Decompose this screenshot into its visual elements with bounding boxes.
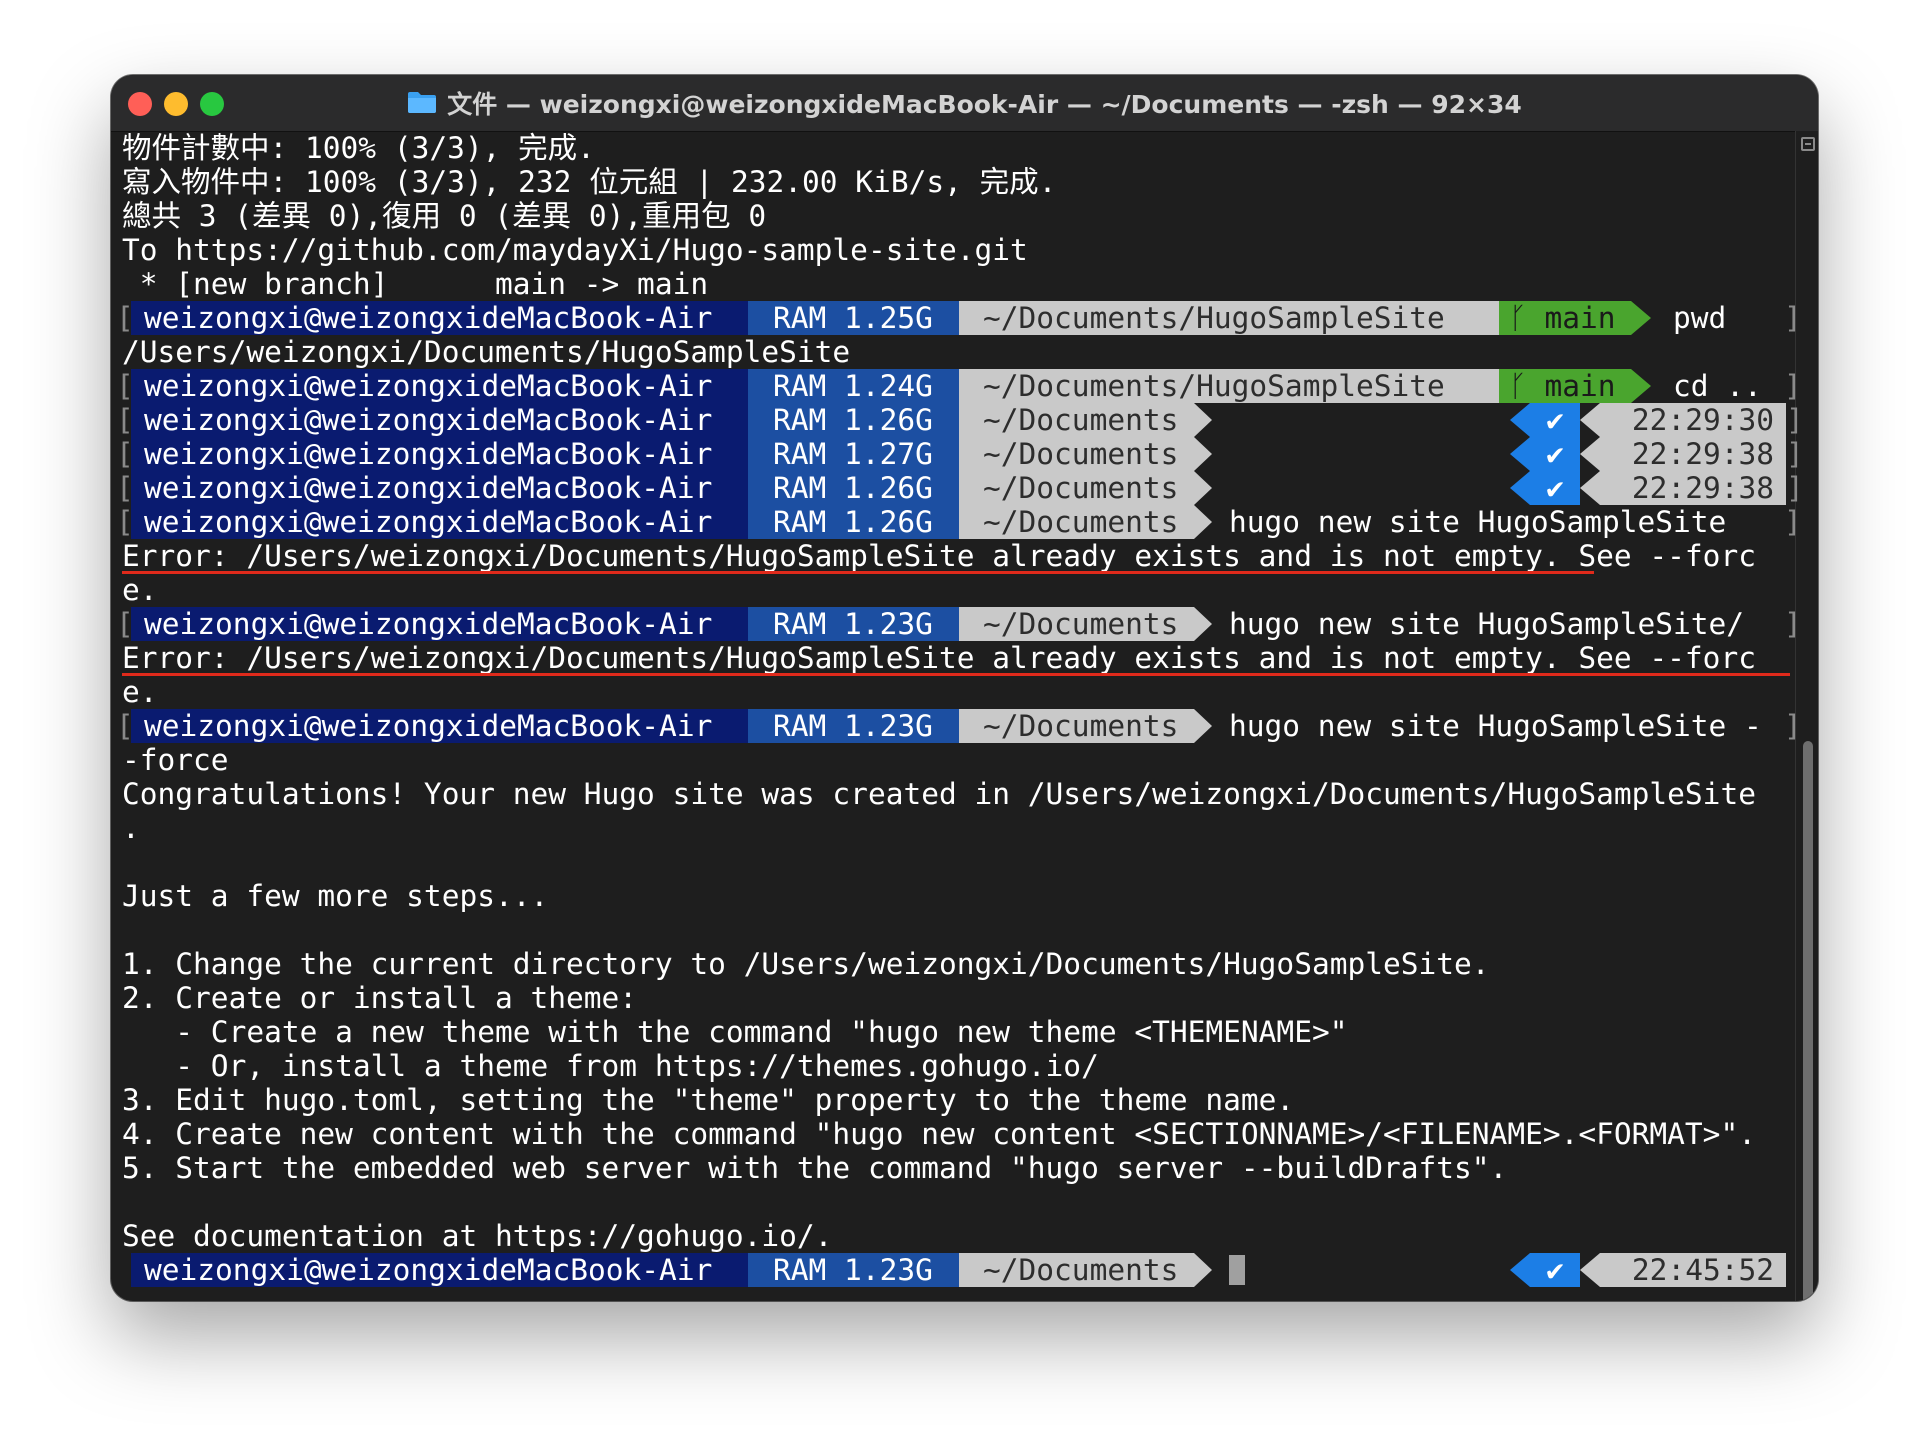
error-line: e. [122,573,158,607]
output-line: 寫入物件中: 100% (3/3), 232 位元組 | 232.00 KiB/… [122,165,1057,199]
output-line: 3. Edit hugo.toml, setting the "theme" p… [122,1083,1295,1117]
output-line: /Users/weizongxi/Documents/HugoSampleSit… [122,335,851,369]
prompt-user: weizongxi@weizongxideMacBook-Air [131,709,748,743]
scroll-thumb[interactable] [1803,741,1813,1301]
window-title-text: 文件 — weizongxi@weizongxideMacBook-Air — … [447,90,1522,119]
prompt-user: weizongxi@weizongxideMacBook-Air [131,471,748,505]
folder-icon [408,92,437,113]
output-line: See documentation at https://gohugo.io/. [122,1219,833,1253]
prompt-path: ~/Documents [959,437,1194,471]
output-line: 總共 3 (差異 0),復用 0 (差異 0),重用包 0 [122,199,767,233]
prompt-path: ~/Documents [959,403,1194,437]
prompt-ram: RAM 1.26G [748,403,959,437]
git-branch-icon: ᚴ [1509,301,1545,335]
prompt-path: ~/Documents/HugoSampleSite [959,369,1499,403]
prompt-path: ~/Documents/HugoSampleSite [959,301,1499,335]
prompt-user: weizongxi@weizongxideMacBook-Air [131,505,748,539]
check-icon: ✔ [1530,403,1580,437]
scroll-menu-icon[interactable] [1801,137,1815,151]
prompt-ram: RAM 1.26G [748,505,959,539]
output-line: Just a few more steps... [122,879,549,913]
prompt-user: weizongxi@weizongxideMacBook-Air [131,403,748,437]
check-icon: ✔ [1530,437,1580,471]
prompt-ram: RAM 1.23G [748,607,959,641]
prompt-ram: RAM 1.23G [748,1253,959,1287]
output-line: 1. Change the current directory to /User… [122,947,1490,981]
output-line: 2. Create or install a theme: [122,981,638,1015]
prompt-time: 22:29:38 [1600,437,1786,471]
git-branch-icon: ᚴ [1509,369,1545,403]
prompt-user: weizongxi@weizongxideMacBook-Air [131,369,748,403]
error-line: Error: /Users/weizongxi/Documents/HugoSa… [122,641,1756,675]
text-cursor[interactable] [1229,1255,1245,1285]
prompt-path: ~/Documents [959,1253,1194,1287]
window-title: 文件 — weizongxi@weizongxideMacBook-Air — … [111,75,1818,131]
prompt-command: hugo new site HugoSampleSite - [1229,709,1762,743]
prompt-user: weizongxi@weizongxideMacBook-Air [131,607,748,641]
prompt-user: weizongxi@weizongxideMacBook-Air [131,1253,748,1287]
prompt-path: ~/Documents [959,471,1194,505]
prompt-path: ~/Documents [959,505,1194,539]
prompt-ram: RAM 1.26G [748,471,959,505]
output-line: - Or, install a theme from https://theme… [122,1049,1099,1083]
check-icon: ✔ [1530,471,1580,505]
output-line: . [122,811,140,845]
output-line: Congratulations! Your new Hugo site was … [122,777,1756,811]
prompt-time: 22:45:52 [1600,1253,1786,1287]
prompt-user: weizongxi@weizongxideMacBook-Air [131,301,748,335]
error-underline [122,571,1594,574]
terminal-content[interactable]: 物件計數中: 100% (3/3), 完成. 寫入物件中: 100% (3/3)… [116,131,1804,1301]
prompt-ram: RAM 1.27G [748,437,959,471]
prompt-ram: RAM 1.25G [748,301,959,335]
prompt-user: weizongxi@weizongxideMacBook-Air [131,437,748,471]
prompt-path: ~/Documents [959,709,1194,743]
error-line: e. [122,675,158,709]
output-line: 物件計數中: 100% (3/3), 完成. [122,131,595,165]
output-line: * [new branch] main -> main [122,267,709,301]
error-line: Error: /Users/weizongxi/Documents/HugoSa… [122,539,1756,573]
prompt-command: hugo new site HugoSampleSite [1229,505,1727,539]
check-icon: ✔ [1530,1253,1580,1287]
prompt-ram: RAM 1.23G [748,709,959,743]
command-wrap: -force [122,743,229,777]
prompt-command: cd .. [1673,369,1762,403]
prompt-ram: RAM 1.24G [748,369,959,403]
prompt-git-branch: main [1544,301,1616,335]
terminal-window: 文件 — weizongxi@weizongxideMacBook-Air — … [111,75,1818,1301]
prompt-path: ~/Documents [959,607,1194,641]
output-line: 4. Create new content with the command "… [122,1117,1756,1151]
output-line: - Create a new theme with the command "h… [122,1015,1348,1049]
prompt-git-branch: main [1544,369,1616,403]
prompt-time: 22:29:30 [1600,403,1786,437]
prompt-command: hugo new site HugoSampleSite/ [1229,607,1745,641]
title-bar: 文件 — weizongxi@weizongxideMacBook-Air — … [111,75,1818,132]
output-line: To https://github.com/maydayXi/Hugo-samp… [122,233,1028,267]
prompt-command: pwd [1673,301,1727,335]
prompt-time: 22:29:38 [1600,471,1786,505]
error-underline [122,673,1790,676]
output-line: 5. Start the embedded web server with th… [122,1151,1508,1185]
